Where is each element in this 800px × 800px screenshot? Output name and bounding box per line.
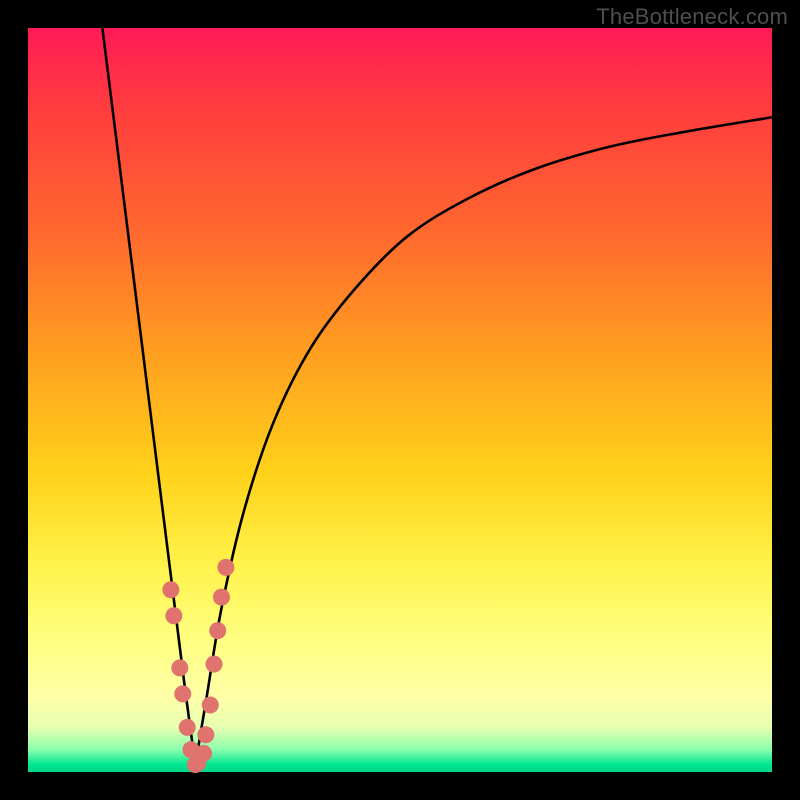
data-dot (174, 685, 191, 702)
data-dot (213, 589, 230, 606)
data-dot (171, 659, 188, 676)
curve-layer (28, 28, 772, 772)
curve-right-arm (195, 117, 772, 764)
data-dot (179, 719, 196, 736)
data-dot (197, 726, 214, 743)
chart-frame: TheBottleneck.com (0, 0, 800, 800)
plot-area (28, 28, 772, 772)
data-dot (202, 697, 219, 714)
data-dot (209, 622, 226, 639)
data-dot (217, 559, 234, 576)
data-dot (165, 607, 182, 624)
watermark-text: TheBottleneck.com (596, 4, 788, 30)
data-dot (162, 581, 179, 598)
data-dot (195, 745, 212, 762)
data-dot (206, 656, 223, 673)
curve-left-arm (102, 28, 195, 765)
